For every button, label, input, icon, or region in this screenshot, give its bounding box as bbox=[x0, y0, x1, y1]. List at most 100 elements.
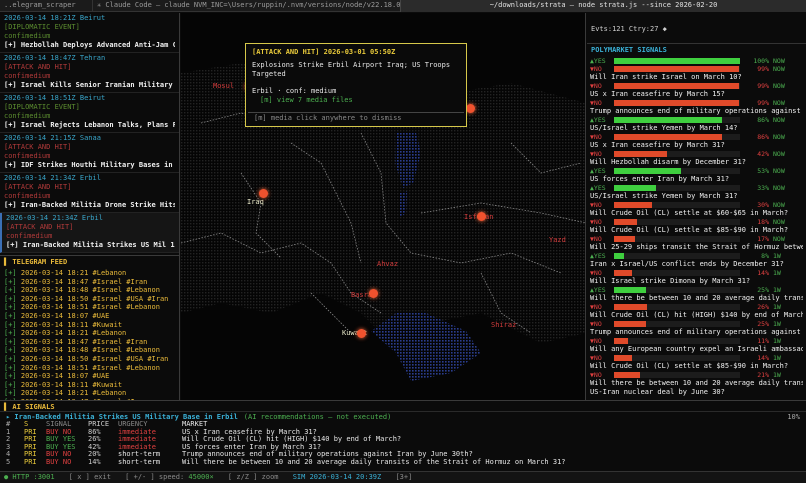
zoom-hint[interactable]: [ z/Z ] zoom bbox=[228, 473, 279, 481]
signal-price: 14% bbox=[88, 457, 101, 466]
market-item[interactable]: ▼NO 26% 1W Will Crude Oil (CL) hit (HIGH) $… bbox=[587, 303, 806, 320]
event-detail-popup[interactable]: [ATTACK AND HIT] 2026-03-01 05:50Z Explo… bbox=[245, 43, 467, 127]
event-marker[interactable] bbox=[466, 104, 475, 113]
market-question: Will 25-29 ships transit the Strait of H… bbox=[590, 243, 803, 251]
market-item[interactable]: ▼NO 30% NOW Will Crude Oil (CL) settle at $… bbox=[587, 201, 806, 218]
telegram-item[interactable]: [+] 2026-03-14 18:11 #Kuwait bbox=[0, 381, 179, 390]
market-item[interactable]: ▼NO 42% NOW Will Hezbollah disarm by Decemb… bbox=[587, 150, 806, 167]
event-marker[interactable] bbox=[477, 212, 486, 221]
telegram-item[interactable]: [+] 2026-03-14 18:47 #Israel #Iran bbox=[0, 278, 179, 287]
popup-footer-hint: [m] media click anywhere to dismiss bbox=[248, 112, 464, 124]
telegram-item[interactable]: [+] 2026-03-14 18:50 #Israel #USA #Iran bbox=[0, 355, 179, 364]
telegram-item[interactable]: [+] 2026-03-14 18:48 #Israel #Lebanon bbox=[0, 346, 179, 355]
telegram-item[interactable]: [+] 2026-03-14 18:21 #Lebanon bbox=[0, 389, 179, 398]
market-item[interactable]: ▼NO 14% 1W Will Crude Oil (CL) settle at $8… bbox=[587, 354, 806, 371]
telegram-timestamp: 2026-03-14 18:51 bbox=[20, 303, 89, 312]
market-probability: 42% bbox=[757, 149, 769, 158]
market-question: US/Israel strike Yemen by March 14? bbox=[590, 124, 738, 132]
market-item[interactable]: ▼NO 86% NOW US x Iran ceasefire by March 31… bbox=[587, 133, 806, 150]
city-label: Mosul bbox=[213, 82, 235, 90]
market-item[interactable]: ▼NO 99% NOW US x Iran ceasefire by March 15… bbox=[587, 82, 806, 99]
market-item[interactable]: ▼NO 11% 1W Will any European country expel … bbox=[587, 337, 806, 354]
market-probability-bar bbox=[614, 185, 740, 191]
event-feed-pane: 2026-03-14 18:21Z Beirut [DIPLOMATIC EVEN… bbox=[0, 13, 180, 400]
market-window: NOW bbox=[773, 64, 785, 73]
market-probability: 99% bbox=[757, 64, 769, 73]
event-item[interactable]: 2026-03-14 21:34Z Erbil [ATTACK AND HIT] c… bbox=[0, 173, 179, 213]
event-category: [ATTACK AND HIT] bbox=[6, 223, 74, 231]
market-item[interactable]: ▼NO 14% 1W Will Israel strike Dimona by Mar… bbox=[587, 269, 806, 286]
telegram-item[interactable]: [+] 2026-03-14 18:51 #Israel #Lebanon bbox=[0, 364, 179, 373]
market-item[interactable]: ▲YES 33% NOW US/Israel strike Yemen by Marc… bbox=[587, 184, 806, 201]
telegram-item[interactable]: [+] 2026-03-14 18:48 #Israel #Lebanon bbox=[0, 286, 179, 295]
speed-hint[interactable]: [ +/- ] speed: bbox=[125, 473, 184, 481]
telegram-tags: #Israel #Iran bbox=[92, 277, 148, 286]
market-item[interactable]: ▲YES 25% 1W Will there be between 10 and 20… bbox=[587, 286, 806, 303]
event-location: Beirut bbox=[79, 14, 106, 22]
telegram-item[interactable]: [+] 2026-03-14 18:11 #Kuwait bbox=[0, 321, 179, 330]
telegram-item[interactable]: [+] 2026-03-14 18:07 #UAE bbox=[0, 312, 179, 321]
market-probability-bar bbox=[614, 58, 740, 64]
telegram-timestamp: 2026-03-14 18:11 bbox=[20, 380, 89, 389]
event-confidence: confimedium bbox=[4, 72, 51, 80]
telegram-item[interactable]: [+] 2026-03-14 18:21 #Lebanon bbox=[0, 269, 179, 278]
market-item[interactable]: ▼NO 21% 1W Will there be between 10 and 20 … bbox=[587, 371, 806, 388]
event-title: [+] Iran-Backed Militia Drone Strike Hit… bbox=[4, 201, 175, 209]
market-probability: 33% bbox=[757, 183, 769, 192]
market-item[interactable]: ▲YES 53% NOW US forces enter Iran by March … bbox=[587, 167, 806, 184]
telegram-timestamp: 2026-03-14 18:47 bbox=[20, 337, 89, 346]
market-question: Will Crude Oil (CL) settle at $60-$65 in… bbox=[590, 209, 789, 217]
event-marker[interactable] bbox=[259, 189, 268, 198]
event-item[interactable]: 2026-03-14 18:51Z Beirut [DIPLOMATIC EVEN… bbox=[0, 93, 179, 133]
market-probability-bar bbox=[614, 270, 740, 276]
event-marker[interactable] bbox=[369, 289, 378, 298]
market-question: Will Crude Oil (CL) settle at $85-$90 in… bbox=[590, 226, 789, 234]
telegram-item[interactable]: [+] 2026-03-14 18:50 #Israel #USA #Iran bbox=[0, 295, 179, 304]
market-probability-bar bbox=[614, 66, 740, 72]
telegram-item[interactable]: [+] 2026-03-14 18:07 #UAE bbox=[0, 372, 179, 381]
market-list: ▲YES 100% NOW ▼NO 99% NOW Will Iran strike Isr… bbox=[587, 57, 806, 397]
exit-hint[interactable]: [ x ] exit bbox=[69, 473, 111, 481]
market-item[interactable]: ▲YES 86% NOW US/Israel strike Yemen by Marc… bbox=[587, 116, 806, 133]
market-window: NOW bbox=[773, 81, 785, 90]
telegram-tags: #Lebanon bbox=[92, 389, 127, 398]
view-media-link[interactable]: [m] view 7 media files bbox=[252, 96, 460, 105]
telegram-item[interactable]: [+] 2026-03-14 18:51 #Israel #Lebanon bbox=[0, 303, 179, 312]
event-confidence: confimedium bbox=[6, 232, 53, 240]
event-category: [ATTACK AND HIT] bbox=[4, 183, 72, 191]
event-title: [+] Hezbollah Deploys Advanced Anti-Jam … bbox=[4, 41, 175, 49]
event-item[interactable]: 2026-03-14 21:34Z Erbil [ATTACK AND HIT] c… bbox=[0, 213, 179, 253]
event-item[interactable]: 2026-03-14 18:47Z Tehran [ATTACK AND HIT]… bbox=[0, 53, 179, 93]
event-location: Beirut bbox=[79, 94, 106, 102]
event-marker[interactable] bbox=[357, 329, 366, 338]
telegram-tags: #Kuwait bbox=[92, 320, 123, 329]
market-item[interactable]: ▼NO 17% NOW Will 25-29 ships transit the St… bbox=[587, 235, 806, 252]
telegram-timestamp: 2026-03-14 18:48 bbox=[20, 286, 89, 295]
market-item[interactable]: ▼NO 99% NOW Trump announces end of military… bbox=[587, 99, 806, 116]
event-timestamp: 2026-03-14 18:21Z bbox=[4, 14, 76, 22]
event-item[interactable]: 2026-03-14 18:21Z Beirut [DIPLOMATIC EVEN… bbox=[0, 13, 179, 53]
market-item[interactable]: ▼NO 99% NOW Will Iran strike Israel on Marc… bbox=[587, 65, 806, 82]
market-item[interactable]: ▼NO 18% NOW Will Crude Oil (CL) settle at $… bbox=[587, 218, 806, 235]
event-item[interactable]: 2026-03-14 21:15Z Sanaa [ATTACK AND HIT] c… bbox=[0, 133, 179, 173]
telegram-item[interactable]: [+] 2026-03-14 18:47 #Israel #Iran bbox=[0, 338, 179, 347]
event-location: Sanaa bbox=[79, 134, 101, 142]
popup-confidence: Erbil · conf: medium bbox=[252, 87, 337, 95]
city-label: Yazd bbox=[549, 236, 566, 244]
tab-strata[interactable]: ~/downloads/strata — node strata.js --si… bbox=[400, 0, 806, 12]
market-question: Will Iran strike Israel on March 10? bbox=[590, 73, 742, 81]
market-item[interactable]: ▲YES 8% 1W Iran x Israel/US conflict ends b… bbox=[587, 252, 806, 269]
telegram-tags: #Israel #Lebanon bbox=[92, 346, 160, 355]
market-probability-bar bbox=[614, 202, 740, 208]
popup-title: Explosions Strike Erbil Airport Iraq; US… bbox=[252, 61, 451, 78]
market-item[interactable]: ▼NO 25% 1W Trump announces end of military … bbox=[587, 320, 806, 337]
telegram-item[interactable]: [+] 2026-03-14 18:21 #Lebanon bbox=[0, 329, 179, 338]
tab-telegram-scraper[interactable]: ..elegram_scraper bbox=[0, 0, 92, 12]
telegram-timestamp: 2026-03-14 18:50 bbox=[20, 354, 89, 363]
signal-row[interactable]: 5 PRI BUY NO 14% short-term Will there be bet… bbox=[0, 457, 806, 467]
map-pane[interactable]: Mosul Iraq Isfahan Yazd Ahvaz Basra Kuwa… bbox=[181, 13, 586, 400]
event-list: 2026-03-14 18:21Z Beirut [DIPLOMATIC EVEN… bbox=[0, 13, 179, 253]
tab-claude-code[interactable]: ✳ Claude Code — claude NVM_INC=\Users/ru… bbox=[92, 0, 400, 12]
market-item[interactable]: US-Iran nuclear deal by June 30? bbox=[587, 388, 806, 397]
market-question: Will there be between 10 and 20 average … bbox=[590, 379, 803, 387]
